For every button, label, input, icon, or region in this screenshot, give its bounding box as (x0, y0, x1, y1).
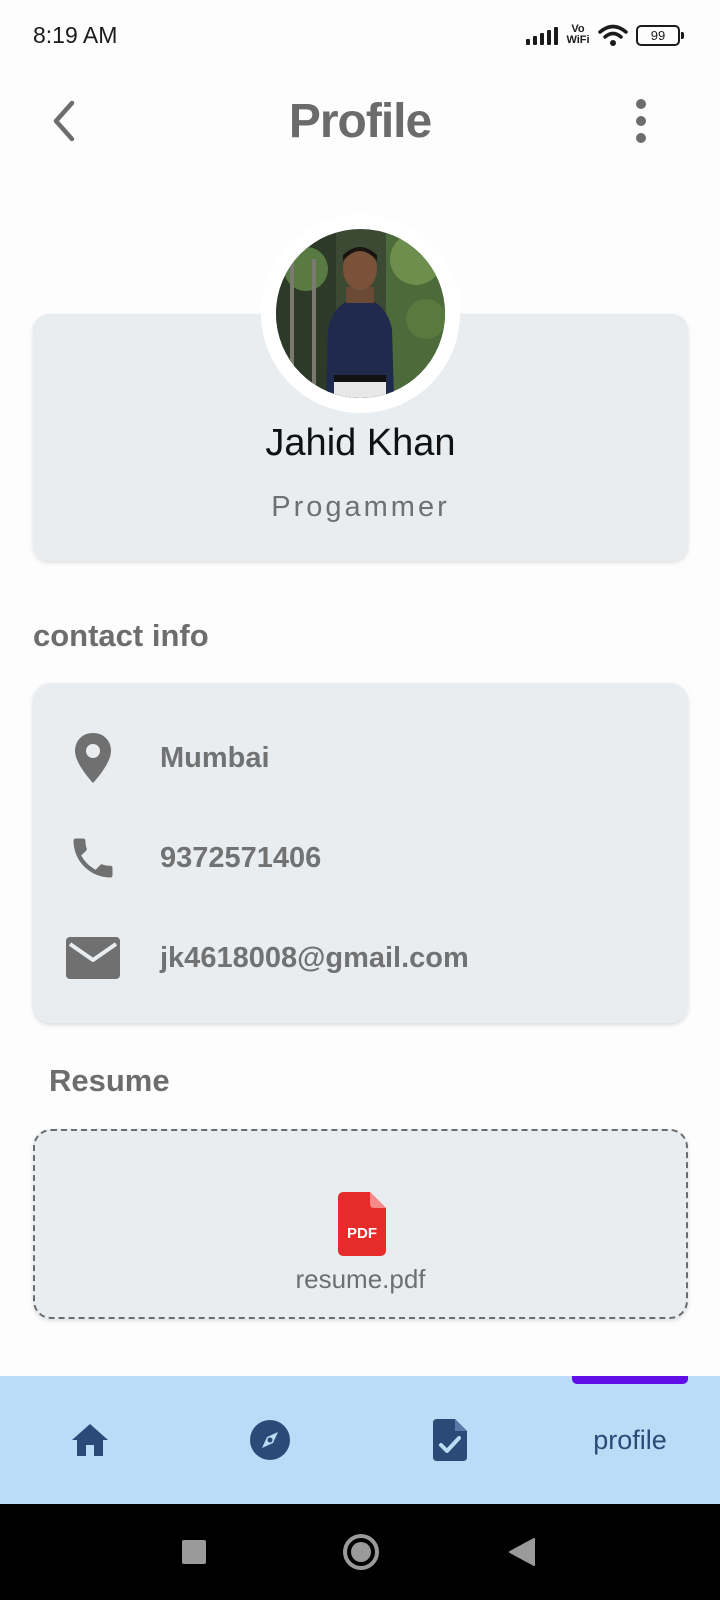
resume-heading: Resume (49, 1063, 170, 1098)
contact-row-phone[interactable]: 9372571406 (33, 823, 688, 893)
contact-email: jk4618008@gmail.com (160, 942, 469, 974)
resume-upload-box[interactable]: PDF resume.pdf (33, 1129, 688, 1319)
back-button[interactable] (40, 96, 90, 146)
document-check-icon (433, 1419, 467, 1461)
location-pin-icon (63, 728, 123, 788)
nav-home[interactable] (50, 1376, 130, 1504)
chevron-left-icon (53, 100, 75, 142)
resume-file-name: resume.pdf (295, 1264, 426, 1294)
app-bar: Profile (0, 80, 720, 164)
signal-icon (526, 25, 558, 45)
system-nav-bar (0, 1504, 720, 1600)
nav-profile[interactable]: profile (570, 1376, 690, 1504)
contact-card: Mumbai 9372571406 jk4618008@gmail.com (33, 683, 688, 1023)
status-icons: Vo WiFi 99 (526, 18, 684, 52)
nav-documents[interactable] (410, 1376, 490, 1504)
email-icon (63, 928, 123, 988)
contact-row-email[interactable]: jk4618008@gmail.com (33, 923, 688, 993)
contact-phone: 9372571406 (160, 842, 322, 874)
battery-level: 99 (650, 27, 666, 43)
pdf-label: PDF (347, 1225, 377, 1242)
more-vert-icon (636, 99, 646, 143)
nav-active-indicator (572, 1376, 688, 1384)
pdf-file-icon: PDF (338, 1192, 386, 1256)
wifi-icon (598, 24, 628, 46)
profile-role: Progammer (271, 491, 450, 523)
contact-location: Mumbai (160, 742, 270, 774)
square-icon (182, 1540, 206, 1564)
nav-explore[interactable] (230, 1376, 310, 1504)
bottom-nav: profile (0, 1376, 720, 1504)
profile-name: Jahid Khan (265, 422, 456, 464)
avatar[interactable] (276, 229, 445, 398)
recents-button[interactable] (174, 1532, 214, 1572)
status-bar: 8:19 AM Vo WiFi 99 (0, 0, 720, 70)
phone-icon (63, 828, 123, 888)
more-options-button[interactable] (616, 96, 666, 146)
battery-icon: 99 (636, 24, 684, 46)
compass-icon (250, 1420, 290, 1460)
contact-info-heading: contact info (33, 618, 209, 653)
nav-profile-label: profile (593, 1424, 667, 1455)
circle-icon (343, 1534, 379, 1570)
contact-row-location[interactable]: Mumbai (33, 723, 688, 793)
triangle-back-icon (509, 1538, 535, 1566)
page-title: Profile (288, 95, 432, 148)
back-system-button[interactable] (502, 1532, 542, 1572)
home-system-button[interactable] (341, 1532, 381, 1572)
status-time: 8:19 AM (33, 22, 118, 48)
vowifi-label: Vo WiFi (566, 23, 590, 46)
home-icon (72, 1424, 108, 1456)
